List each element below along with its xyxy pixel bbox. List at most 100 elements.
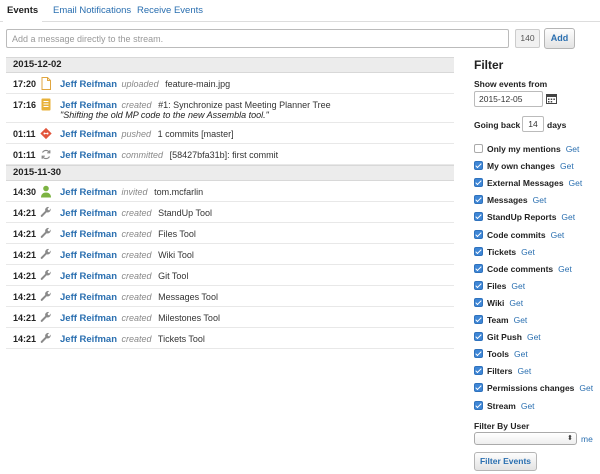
event-user-link[interactable]: Jeff Reifman [60, 313, 117, 324]
event-time: 14:21 [13, 229, 37, 239]
filter-by-user-label: Filter By User [474, 421, 530, 431]
event-user-link[interactable]: Jeff Reifman [60, 150, 117, 161]
event-user-link[interactable]: Jeff Reifman [60, 79, 117, 90]
user-select[interactable]: ⬍ [474, 432, 577, 445]
filter-checkbox-label[interactable]: My own changes Get [487, 161, 574, 171]
filter-checkbox[interactable] [474, 229, 483, 239]
filter-checkbox-text: Git Push [487, 332, 522, 343]
filter-checkbox[interactable] [474, 195, 483, 205]
get-link[interactable]: Get [509, 298, 523, 308]
event-object: Messages Tool [158, 292, 218, 302]
event-user-link[interactable]: Jeff Reifman [60, 208, 117, 219]
sync-icon [40, 148, 52, 161]
filter-checkbox-label[interactable]: Git Push Get [487, 332, 541, 342]
get-link[interactable]: Get [558, 264, 572, 274]
filter-checkbox-text: Files [487, 280, 507, 291]
filter-checkbox-label[interactable]: Wiki Get [487, 298, 523, 308]
get-link[interactable]: Get [561, 212, 575, 222]
event-user-link[interactable]: Jeff Reifman [60, 292, 117, 303]
tab-email-notifications[interactable]: Email Notifications [53, 5, 131, 16]
filter-panel: Filter Show events from Going back days … [474, 58, 600, 471]
stream-message-input[interactable] [6, 29, 509, 48]
event-user-link[interactable]: Jeff Reifman [60, 271, 117, 282]
filter-checkbox[interactable] [474, 400, 483, 410]
get-link[interactable]: Get [511, 281, 525, 291]
get-link[interactable]: Get [514, 315, 528, 325]
filter-checkbox[interactable] [474, 280, 483, 290]
event-row: 14:21 Jeff Reifman created StandUp Tool [6, 202, 454, 223]
event-user-link[interactable]: Jeff Reifman [60, 334, 117, 345]
days-field[interactable] [522, 116, 544, 132]
event-object: Milestones Tool [158, 313, 220, 323]
me-link[interactable]: me [581, 434, 593, 444]
filter-checkbox-text: Code comments [487, 263, 554, 274]
event-time: 17:16 [13, 100, 37, 110]
filter-checkbox-label[interactable]: External Messages Get [487, 178, 582, 188]
filter-checkbox[interactable] [474, 349, 483, 359]
filter-checkbox[interactable] [474, 246, 483, 256]
filter-checkbox-label[interactable]: Team Get [487, 315, 527, 325]
filter-checkbox-text: Team [487, 315, 509, 325]
event-verb: invited [121, 187, 148, 197]
get-link[interactable]: Get [527, 332, 541, 342]
get-link[interactable]: Get [514, 349, 528, 359]
filter-checkbox-label[interactable]: Filters Get [487, 366, 531, 376]
filter-checkbox[interactable] [474, 315, 483, 324]
get-link[interactable]: Get [560, 161, 574, 171]
get-link[interactable]: Get [569, 178, 583, 188]
event-row: 17:16 Jeff Reifman created #1: Synchroniz… [6, 94, 454, 123]
get-link[interactable]: Get [521, 401, 535, 411]
filter-checkbox-text: External Messages [487, 178, 564, 189]
ticket-icon [40, 98, 52, 111]
filter-checkbox-label[interactable]: Code commits Get [487, 230, 564, 240]
event-row: 01:11 Jeff Reifman committed [58427bfa31b… [6, 144, 454, 165]
filter-checkbox-label[interactable]: StandUp Reports Get [487, 212, 575, 222]
filter-checkbox[interactable] [474, 212, 483, 222]
event-row: 14:21 Jeff Reifman created Files Tool [6, 223, 454, 244]
filter-checkbox[interactable] [474, 144, 483, 153]
get-link[interactable]: Get [551, 230, 565, 240]
filter-checkbox[interactable] [474, 366, 483, 376]
filter-events-button[interactable]: Filter Events [474, 452, 537, 471]
add-message-button[interactable]: Add [544, 28, 575, 49]
filter-checkbox[interactable] [474, 161, 483, 171]
event-verb: uploaded [121, 79, 159, 89]
date-header: 2015-11-30 [6, 165, 454, 181]
wrench-icon [40, 332, 52, 345]
filter-checkbox[interactable] [474, 263, 483, 273]
event-user-link[interactable]: Jeff Reifman [60, 250, 117, 261]
calendar-icon[interactable] [546, 93, 557, 104]
get-link[interactable]: Get [533, 195, 547, 205]
wrench-icon [40, 311, 52, 324]
event-object: Wiki Tool [158, 250, 194, 260]
filter-checkbox-label[interactable]: Only my mentions Get [487, 144, 579, 154]
filter-checkbox[interactable] [474, 178, 483, 188]
filter-checkbox-label[interactable]: Tickets Get [487, 247, 535, 257]
filter-checkbox-label[interactable]: Stream Get [487, 401, 535, 411]
filter-checkbox-text: Permissions changes [487, 383, 575, 394]
get-link[interactable]: Get [518, 366, 532, 376]
event-row: 14:21 Jeff Reifman created Milestones Too… [6, 307, 454, 328]
wrench-icon [40, 269, 52, 282]
get-link[interactable]: Get [521, 247, 535, 257]
event-verb: created [121, 313, 152, 323]
event-user-link[interactable]: Jeff Reifman [60, 129, 117, 140]
tab-receive-events[interactable]: Receive Events [137, 5, 203, 16]
get-link[interactable]: Get [579, 383, 593, 393]
filter-checkbox-label[interactable]: Messages Get [487, 195, 546, 205]
filter-checkbox-label[interactable]: Code comments Get [487, 264, 572, 274]
filter-checkbox[interactable] [474, 297, 483, 307]
filter-checkbox-text: Code commits [487, 229, 546, 240]
filter-checkbox-label[interactable]: Tools Get [487, 349, 528, 359]
filter-checkbox[interactable] [474, 383, 483, 393]
tab-events[interactable]: Events [2, 5, 43, 22]
going-back-label: Going back [474, 120, 521, 130]
event-user-link[interactable]: Jeff Reifman [60, 187, 117, 198]
wrench-icon [40, 290, 52, 303]
filter-checkbox-label[interactable]: Permissions changes Get [487, 383, 593, 393]
event-user-link[interactable]: Jeff Reifman [60, 229, 117, 240]
date-field[interactable] [474, 91, 543, 107]
get-link[interactable]: Get [566, 144, 580, 154]
filter-checkbox-label[interactable]: Files Get [487, 281, 525, 291]
filter-checkbox[interactable] [474, 332, 483, 342]
